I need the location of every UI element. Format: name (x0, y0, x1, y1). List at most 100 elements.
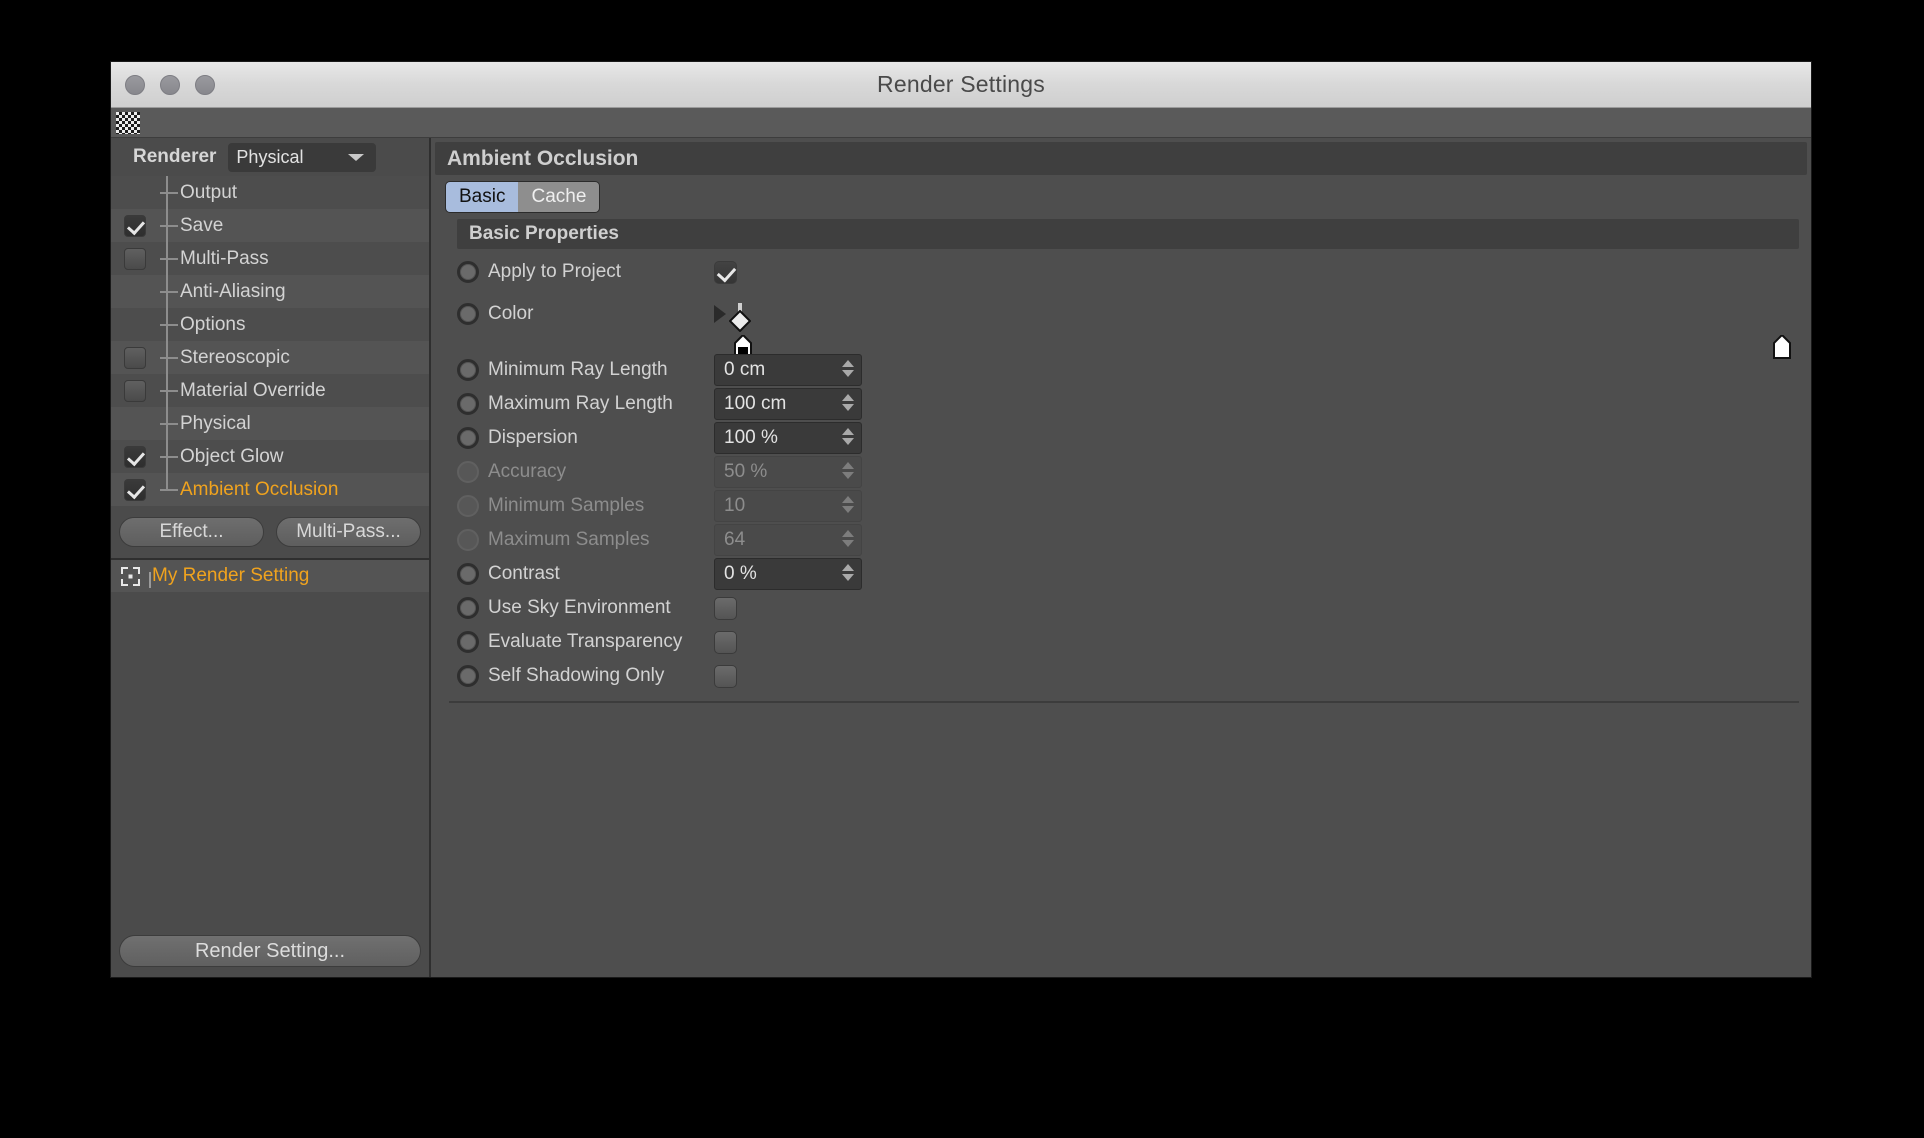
renderer-dropdown[interactable]: Physical (228, 142, 377, 172)
list-item-my-render-setting[interactable]: My Render Setting (111, 560, 429, 592)
stepper-arrows[interactable] (842, 428, 854, 445)
zoom-button[interactable] (195, 74, 215, 95)
stepper-arrows[interactable] (842, 496, 854, 513)
stepper-up-icon[interactable] (842, 462, 854, 469)
stepper-down-icon[interactable] (842, 370, 854, 377)
stepper-down-icon[interactable] (842, 506, 854, 513)
minimum-ray-length-input[interactable]: 0 cm (714, 354, 862, 386)
property-row-evaluate-transparency: Evaluate Transparency (449, 625, 1811, 659)
gradient-interpolation-diamond-icon[interactable] (728, 309, 752, 333)
section-header: Basic Properties (457, 219, 1799, 249)
stepper-up-icon[interactable] (842, 428, 854, 435)
stepper-down-icon[interactable] (842, 404, 854, 411)
minimize-button[interactable] (160, 74, 180, 95)
sidebar-item-save[interactable]: Save (111, 209, 429, 242)
property-toggle-color[interactable] (457, 303, 479, 325)
checkbox-checked[interactable] (123, 445, 146, 468)
sidebar-item-multi-pass[interactable]: Multi-Pass (111, 242, 429, 275)
sidebar-item-output[interactable]: Output (111, 176, 429, 209)
stepper-arrows[interactable] (842, 394, 854, 411)
sidebar-item-anti-aliasing[interactable]: Anti-Aliasing (111, 275, 429, 308)
sidebar-item-label: Ambient Occlusion (180, 478, 339, 500)
checkbox-checked[interactable] (123, 478, 146, 501)
stepper-up-icon[interactable] (842, 496, 854, 503)
stepper-arrows[interactable] (842, 360, 854, 377)
close-button[interactable] (125, 74, 145, 95)
self-shadowing-only-checkbox[interactable] (714, 664, 737, 688)
property-label-block: Use Sky Environment (479, 597, 714, 619)
property-toggle-self-shadowing-only[interactable] (457, 665, 479, 687)
stepper-up-icon[interactable] (842, 394, 854, 401)
color-gradient-control[interactable] (728, 303, 1791, 359)
leader-dots (565, 566, 708, 582)
property-row-color: Color (449, 289, 1811, 359)
checkbox-unchecked[interactable] (123, 247, 146, 270)
checkbox-checked[interactable] (123, 214, 146, 237)
property-toggle-minimum-ray-length[interactable] (457, 359, 479, 381)
apply-to-project-checkbox[interactable] (714, 260, 737, 284)
property-toggle-contrast[interactable] (457, 563, 479, 585)
stepper-up-icon[interactable] (842, 564, 854, 571)
sidebar-item-ambient-occlusion[interactable]: Ambient Occlusion (111, 473, 429, 506)
property-label: Self Shadowing Only (488, 665, 665, 686)
evaluate-transparency-checkbox[interactable] (714, 630, 737, 654)
gradient-bar[interactable] (728, 303, 752, 333)
tab-cache[interactable]: Cache (518, 182, 600, 212)
sidebar-item-stereoscopic[interactable]: Stereoscopic (111, 341, 429, 374)
sidebar-item-label: Anti-Aliasing (180, 280, 286, 302)
stepper-down-icon[interactable] (842, 438, 854, 445)
contrast-input[interactable]: 0 % (714, 558, 862, 590)
sidebar-item-options[interactable]: Options (111, 308, 429, 341)
list-item-label: My Render Setting (152, 565, 310, 586)
property-label: Dispersion (488, 427, 578, 448)
tree-connector (160, 455, 178, 458)
stepper-arrows[interactable] (842, 462, 854, 479)
stepper-down-icon[interactable] (842, 574, 854, 581)
section-divider (449, 701, 1799, 703)
sidebar: Renderer Physical Output Save Multi-Pass An… (111, 138, 431, 977)
checkbox-unchecked[interactable] (123, 346, 146, 369)
property-toggle-maximum-ray-length[interactable] (457, 393, 479, 415)
property-label: Accuracy (488, 461, 567, 482)
stepper-up-icon[interactable] (842, 530, 854, 537)
sidebar-item-object-glow[interactable]: Object Glow (111, 440, 429, 473)
property-toggle-apply-to-project[interactable] (457, 261, 479, 283)
checkbox-column (111, 413, 158, 435)
maximum-ray-length-input[interactable]: 100 cm (714, 388, 862, 420)
property-label-block: Self Shadowing Only (479, 665, 714, 687)
properties-pane: Ambient Occlusion Basic Cache Basic Prope… (431, 138, 1811, 977)
stepper-arrows[interactable] (842, 530, 854, 547)
sidebar-item-material-override[interactable]: Material Override (111, 374, 429, 407)
drag-handle-icon[interactable] (116, 111, 140, 134)
property-toggle-use-sky-environment[interactable] (457, 597, 479, 619)
property-toggle-evaluate-transparency[interactable] (457, 631, 479, 653)
sidebar-action-buttons: Effect... Multi-Pass... (111, 506, 429, 558)
property-label-block: Color (479, 303, 714, 325)
stepper-down-icon[interactable] (842, 472, 854, 479)
stepper-down-icon[interactable] (842, 540, 854, 547)
section-title: Basic Properties (469, 223, 619, 244)
tree-vertical-line (166, 209, 168, 242)
property-row-contrast: Contrast 0 % (449, 557, 1811, 591)
triangle-right-icon[interactable] (714, 305, 726, 323)
dispersion-input[interactable]: 100 % (714, 422, 862, 454)
tree-connector (160, 488, 178, 491)
render-setting-list: My Render Setting (111, 558, 429, 927)
multi-pass-button[interactable]: Multi-Pass... (276, 517, 421, 547)
checkbox-unchecked[interactable] (123, 379, 146, 402)
checkbox-column (111, 214, 158, 237)
window-titlebar: Render Settings (111, 62, 1811, 108)
render-setting-button[interactable]: Render Setting... (119, 935, 421, 967)
use-sky-environment-checkbox[interactable] (714, 596, 737, 620)
tree-connector (160, 356, 178, 359)
tree-vertical-line (166, 308, 168, 341)
chevron-down-icon (348, 153, 365, 161)
tree-vertical-line (166, 341, 168, 374)
effect-button[interactable]: Effect... (119, 517, 264, 547)
property-toggle-dispersion[interactable] (457, 427, 479, 449)
sidebar-item-physical[interactable]: Physical (111, 407, 429, 440)
tab-basic[interactable]: Basic (446, 182, 519, 212)
stepper-up-icon[interactable] (842, 360, 854, 367)
stepper-arrows[interactable] (842, 564, 854, 581)
